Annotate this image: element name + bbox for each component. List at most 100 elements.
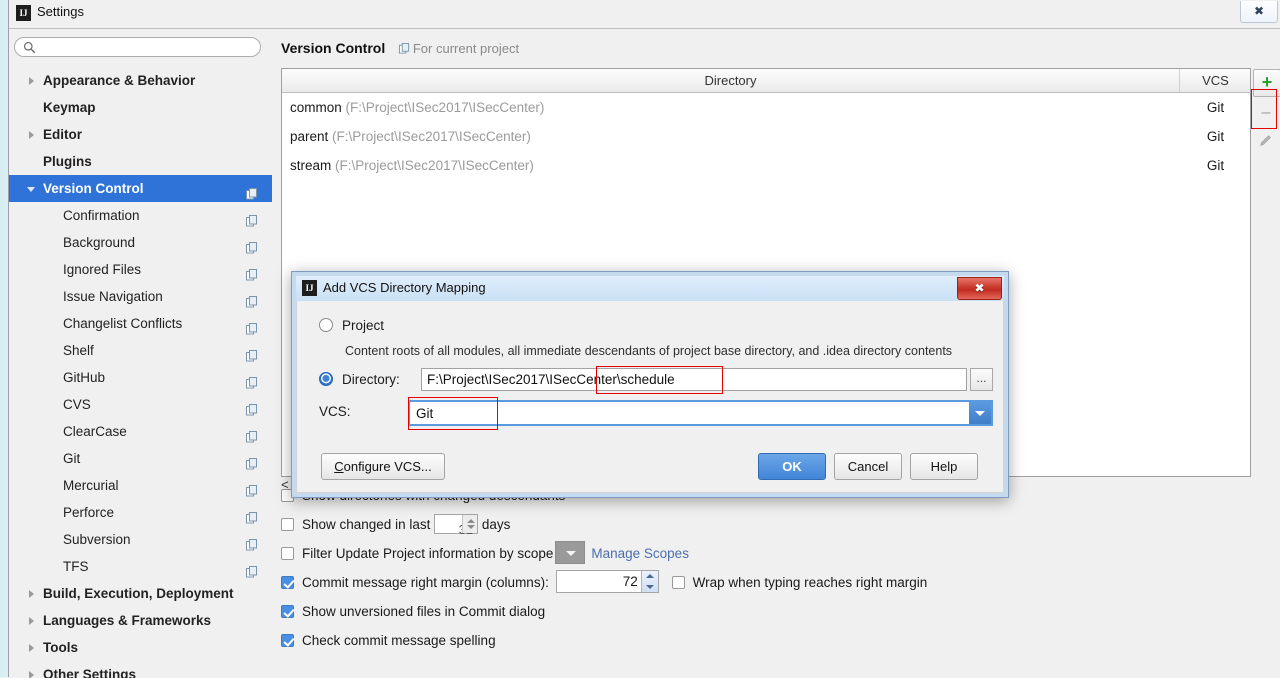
right-margin-spinner[interactable]: 72 [555, 570, 659, 593]
manage-scopes-link[interactable]: Manage Scopes [591, 546, 689, 561]
add-mapping-button[interactable]: + [1252, 69, 1280, 98]
sidebar-item-label: TFS [63, 559, 89, 574]
table-row[interactable]: parent (F:\Project\ISec2017\ISecCenter) G… [282, 122, 1250, 151]
chevron-down-icon[interactable] [27, 187, 35, 192]
sidebar-item-editor[interactable]: Editor [9, 121, 272, 148]
copy-setting-icon[interactable] [246, 209, 258, 227]
sidebar-item-build-execution-deployment[interactable]: Build, Execution, Deployment [9, 580, 272, 607]
checkbox[interactable] [281, 547, 294, 560]
sidebar-item-git[interactable]: Git [9, 445, 272, 472]
intellij-idea-icon: IJ [302, 280, 317, 296]
copy-setting-icon[interactable] [246, 317, 258, 335]
copy-setting-icon[interactable] [246, 344, 258, 362]
chevron-right-icon[interactable] [29, 644, 34, 652]
option-row[interactable]: Show unversioned files in Commit dialog [281, 597, 1280, 626]
sidebar-item-mercurial[interactable]: Mercurial [9, 472, 272, 499]
sidebar-item-label: Version Control [43, 181, 144, 196]
vcs-combobox[interactable]: Git [408, 400, 993, 426]
copy-setting-icon[interactable] [246, 452, 258, 470]
copy-setting-icon[interactable] [246, 398, 258, 416]
sidebar-item-background[interactable]: Background [9, 229, 272, 256]
sidebar-item-keymap[interactable]: Keymap [9, 94, 272, 121]
copy-setting-icon[interactable] [246, 371, 258, 389]
column-header-vcs[interactable]: VCS [1180, 69, 1251, 92]
table-row[interactable]: stream (F:\Project\ISec2017\ISecCenter) G… [282, 151, 1250, 180]
minus-icon[interactable]: – [1252, 98, 1280, 127]
copy-setting-icon[interactable] [246, 533, 258, 551]
sidebar-item-shelf[interactable]: Shelf [9, 337, 272, 364]
cell-directory: parent (F:\Project\ISec2017\ISecCenter) [290, 122, 531, 151]
settings-tree[interactable]: Appearance & Behavior Keymap Editor Plugins… [9, 67, 272, 678]
chevron-right-icon[interactable] [29, 590, 34, 598]
chevron-right-icon[interactable] [29, 77, 34, 85]
option-label: Commit message right margin (columns): [302, 575, 549, 590]
sidebar-item-label: Other Settings [43, 667, 137, 678]
scope-dropdown-button[interactable] [555, 541, 586, 564]
copy-setting-icon[interactable] [246, 506, 258, 524]
copy-setting-icon[interactable] [246, 290, 258, 308]
column-header-directory[interactable]: Directory [282, 69, 1180, 92]
sidebar-item-cvs[interactable]: CVS [9, 391, 272, 418]
pencil-icon[interactable] [1259, 134, 1273, 148]
cell-vcs: Git [1206, 158, 1225, 173]
sidebar-item-confirmation[interactable]: Confirmation [9, 202, 272, 229]
sidebar-item-tools[interactable]: Tools [9, 634, 272, 661]
project-radio[interactable] [319, 318, 333, 332]
copy-setting-icon[interactable] [246, 236, 258, 254]
dialog-close-icon[interactable]: ✖ [957, 277, 1002, 300]
sidebar-item-label: Tools [43, 640, 78, 655]
sidebar-item-version-control[interactable]: Version Control [9, 175, 272, 202]
sidebar-item-plugins[interactable]: Plugins [9, 148, 272, 175]
ok-button[interactable]: OK [758, 453, 826, 480]
sidebar-item-perforce[interactable]: Perforce [9, 499, 272, 526]
edit-mapping-button[interactable] [1252, 127, 1280, 156]
sidebar-item-changelist-conflicts[interactable]: Changelist Conflicts [9, 310, 272, 337]
days-spinner[interactable]: 31 [434, 514, 479, 537]
chevron-right-icon[interactable] [29, 617, 34, 625]
sidebar-item-languages-frameworks[interactable]: Languages & Frameworks [9, 607, 272, 634]
chevron-right-icon[interactable] [29, 131, 34, 139]
directory-radio[interactable] [319, 372, 333, 386]
chevron-down-icon[interactable] [969, 402, 991, 424]
sidebar-item-issue-navigation[interactable]: Issue Navigation [9, 283, 272, 310]
project-radio-row[interactable]: Project [319, 318, 384, 333]
spinner-buttons[interactable] [462, 515, 478, 533]
table-row[interactable]: common (F:\Project\ISec2017\ISecCenter) G… [282, 93, 1250, 122]
cancel-button[interactable]: Cancel [834, 453, 902, 480]
sidebar-item-other-settings[interactable]: Other Settings [9, 661, 272, 678]
sidebar-item-ignored-files[interactable]: Ignored Files [9, 256, 272, 283]
sidebar-item-label: Subversion [63, 532, 131, 547]
copy-setting-icon[interactable] [246, 479, 258, 497]
checkbox[interactable] [281, 634, 294, 647]
checkbox[interactable] [281, 605, 294, 618]
copy-setting-icon[interactable] [246, 560, 258, 578]
close-icon[interactable]: ✖ [1240, 1, 1278, 23]
sidebar-item-subversion[interactable]: Subversion [9, 526, 272, 553]
directory-radio-row[interactable]: Directory: [319, 372, 400, 387]
sidebar-item-github[interactable]: GitHub [9, 364, 272, 391]
remove-mapping-button[interactable]: – [1252, 98, 1280, 127]
sidebar-item-tfs[interactable]: TFS [9, 553, 272, 580]
sidebar-item-label: Appearance & Behavior [43, 73, 196, 88]
sidebar-item-appearance-behavior[interactable]: Appearance & Behavior [9, 67, 272, 94]
help-button[interactable]: Help [910, 453, 978, 480]
copy-setting-icon[interactable] [246, 425, 258, 443]
search-input[interactable] [14, 37, 261, 57]
sidebar-item-clearcase[interactable]: ClearCase [9, 418, 272, 445]
browse-directory-button[interactable]: ... [970, 368, 993, 391]
checkbox[interactable] [281, 576, 294, 589]
directory-path-input[interactable] [421, 368, 967, 391]
copy-setting-icon[interactable] [246, 263, 258, 281]
cell-directory-name: stream [290, 158, 332, 173]
spinner-buttons[interactable] [640, 571, 658, 592]
checkbox[interactable] [281, 518, 294, 531]
configure-vcs-button[interactable]: Configure VCS... [321, 453, 445, 480]
option-row[interactable]: Check commit message spelling [281, 626, 1280, 655]
add-icon[interactable]: + [1253, 69, 1280, 97]
sidebar-item-label: CVS [63, 397, 91, 412]
checkbox-wrap-typing[interactable] [671, 576, 685, 589]
option-row[interactable]: Filter Update Project information by sco… [281, 539, 1280, 568]
option-row[interactable]: Show changed in last 31 days [281, 510, 1280, 539]
copy-setting-icon[interactable] [246, 182, 258, 200]
option-row[interactable]: Commit message right margin (columns): 72… [281, 568, 1280, 597]
